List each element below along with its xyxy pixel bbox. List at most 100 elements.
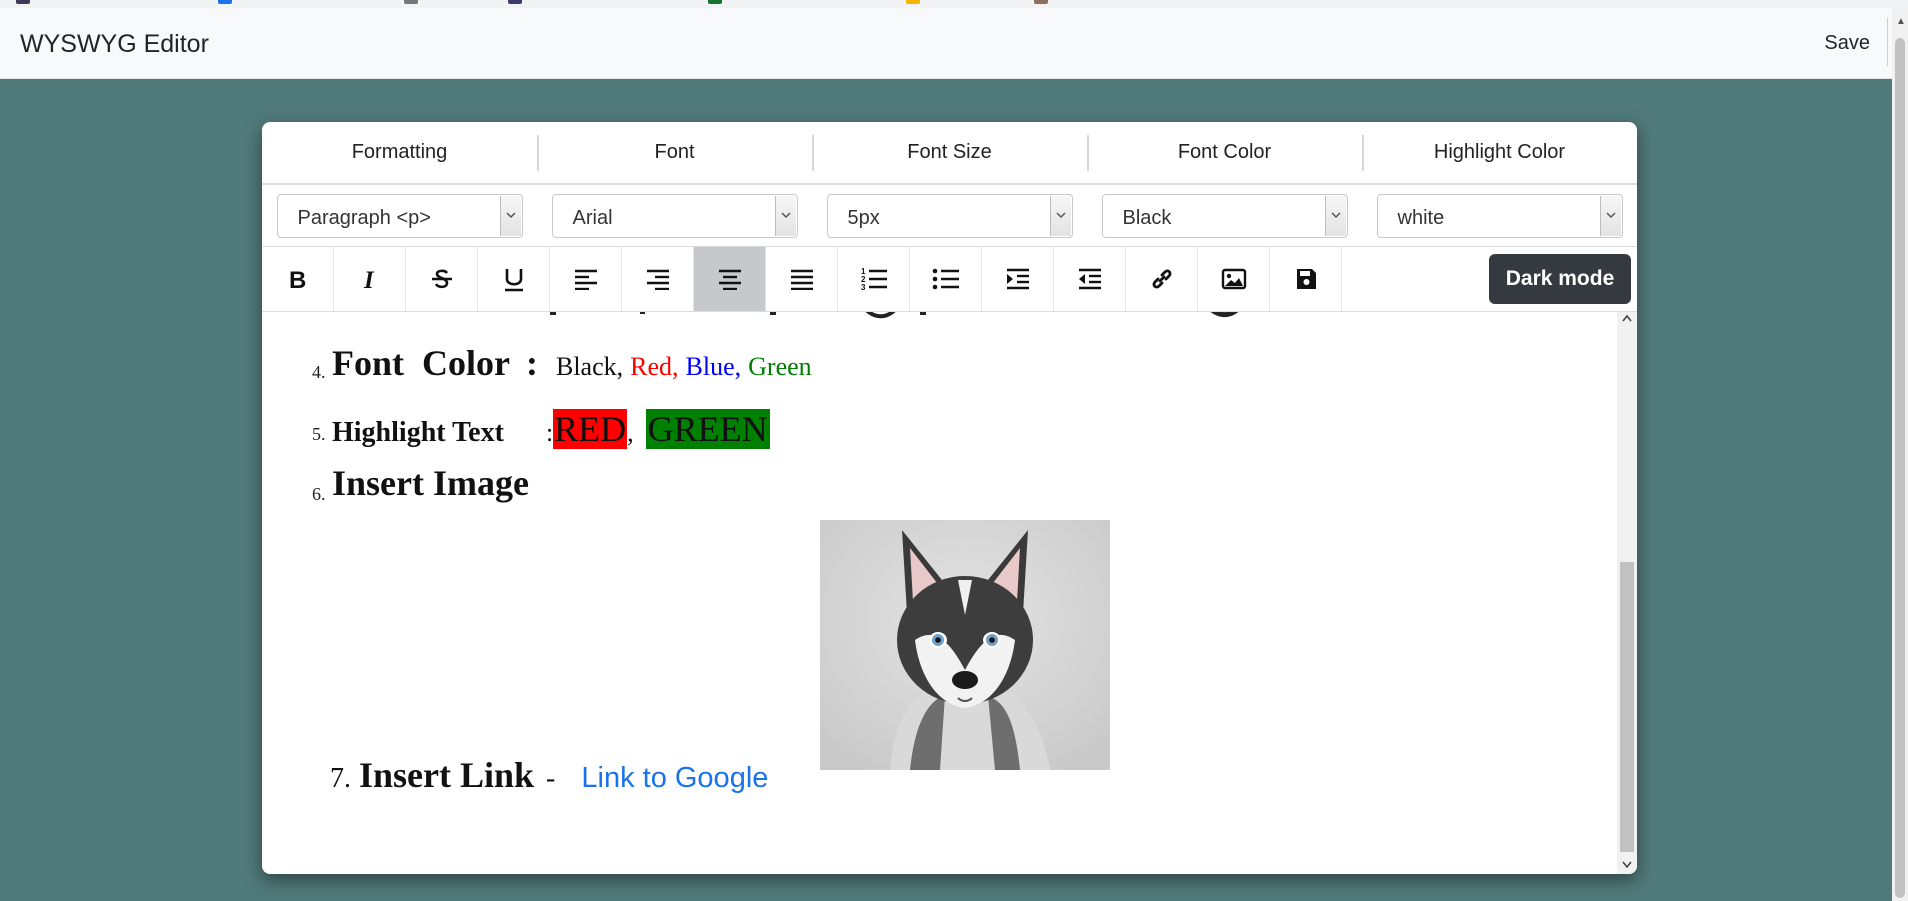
- indent-icon: [1006, 268, 1029, 290]
- page-scrollbar[interactable]: ▲: [1892, 8, 1908, 901]
- list-item-dash: -: [546, 763, 556, 794]
- tab-highlight-color[interactable]: Highlight Color: [1362, 122, 1637, 183]
- insert-image-button[interactable]: [1198, 247, 1270, 311]
- link-button[interactable]: [1126, 247, 1198, 311]
- scroll-up-icon[interactable]: ▲: [1896, 16, 1906, 27]
- chevron-down-icon: [774, 195, 796, 236]
- scroll-down-icon[interactable]: [1622, 861, 1632, 872]
- color-sample-text: Red,: [630, 352, 679, 381]
- husky-puppy-photo-icon: [820, 520, 1110, 770]
- bookmark-icon[interactable]: [404, 0, 418, 4]
- nav-divider: [1887, 18, 1888, 66]
- red-highlight-text: RED: [553, 409, 628, 449]
- align-right-button[interactable]: [622, 247, 694, 311]
- font-select-value: Arial: [572, 206, 613, 229]
- save-link[interactable]: Save: [1824, 32, 1870, 55]
- select-row: Paragraph <p> Arial 5px Black white: [262, 185, 1637, 247]
- outdent-button[interactable]: [1054, 247, 1126, 311]
- indent-button[interactable]: [982, 247, 1054, 311]
- italic-icon: I: [363, 267, 375, 291]
- list-number: 7.: [330, 763, 351, 794]
- tab-font-color[interactable]: Font Color: [1087, 122, 1362, 183]
- app-title: WYSWYG Editor: [20, 30, 209, 58]
- underline-button[interactable]: [478, 247, 550, 311]
- list-item-colon: :: [525, 343, 538, 383]
- bookmark-icon[interactable]: [708, 0, 722, 4]
- page-scrollbar-thumb[interactable]: [1895, 38, 1905, 898]
- font-color-select[interactable]: Black: [1101, 193, 1348, 238]
- align-justify-button[interactable]: [766, 247, 838, 311]
- svg-text:B: B: [289, 267, 306, 291]
- inserted-image[interactable]: [820, 520, 1110, 770]
- bold-button[interactable]: B: [262, 247, 334, 311]
- align-left-icon: [574, 269, 597, 290]
- list-number: 4.: [312, 362, 326, 382]
- editor-scrollbar[interactable]: [1617, 312, 1637, 874]
- list-item-font-color: Font Color : Black, Red, Blue, Green: [332, 342, 812, 384]
- align-center-button[interactable]: [694, 247, 766, 311]
- tab-font[interactable]: Font: [537, 122, 812, 183]
- dark-mode-button[interactable]: Dark mode: [1489, 254, 1631, 304]
- format-select[interactable]: Paragraph <p>: [276, 193, 523, 238]
- strikethrough-button[interactable]: [406, 247, 478, 311]
- list-number: 6.: [312, 484, 326, 504]
- editor-panel: Formatting Font Font Size Font Color Hig…: [262, 122, 1637, 874]
- editor-scrollbar-thumb[interactable]: [1620, 562, 1634, 852]
- link-icon: [1152, 269, 1171, 289]
- bookmark-icon[interactable]: [906, 0, 920, 4]
- save-icon: [1296, 269, 1316, 289]
- color-sample-text: Black,: [555, 352, 624, 381]
- green-highlight-text: GREEN: [645, 409, 770, 449]
- toolbar-tabs: Formatting Font Font Size Font Color Hig…: [262, 122, 1637, 185]
- ordered-list-button[interactable]: 123: [838, 247, 910, 311]
- list-item-highlight-text: Highlight Text :RED, GREEN: [332, 408, 770, 450]
- format-toolbar: B I 123 Dark mode: [262, 247, 1637, 312]
- chevron-down-icon: [499, 195, 521, 236]
- save-document-button[interactable]: [1270, 247, 1342, 311]
- highlight-separator: ,: [627, 418, 634, 447]
- strikethrough-icon: [431, 269, 452, 289]
- chevron-down-icon: [1599, 195, 1621, 236]
- tab-formatting[interactable]: Formatting: [262, 122, 537, 183]
- list-item-insert-image: Insert Image: [332, 462, 529, 504]
- bookmark-icon[interactable]: [218, 0, 232, 4]
- unordered-list-icon: [932, 268, 959, 290]
- highlight-color-select-value: white: [1397, 206, 1445, 229]
- cut-off-text-line: [320, 312, 1260, 333]
- underline-icon: [504, 269, 523, 292]
- list-item-label: Insert Link: [359, 755, 535, 795]
- highlight-color-select[interactable]: white: [1376, 193, 1623, 238]
- tab-font-size[interactable]: Font Size: [812, 122, 1087, 183]
- unordered-list-button[interactable]: [910, 247, 982, 311]
- italic-button[interactable]: I: [334, 247, 406, 311]
- bookmark-icon[interactable]: [1034, 0, 1048, 4]
- top-navbar: WYSWYG Editor Save: [0, 8, 1892, 79]
- align-right-icon: [646, 269, 669, 290]
- list-item-label: Insert Image: [332, 463, 529, 503]
- align-justify-icon: [790, 269, 813, 290]
- align-center-icon: [718, 269, 741, 290]
- ordered-list-icon: 123: [861, 267, 887, 291]
- list-item-label: Highlight Text: [332, 417, 504, 448]
- list-number: 5.: [312, 424, 326, 444]
- format-select-value: Paragraph <p>: [297, 206, 431, 229]
- list-item-label: Font Color: [332, 343, 510, 383]
- svg-text:3: 3: [861, 283, 866, 291]
- color-sample-text: Green: [748, 352, 812, 381]
- google-link[interactable]: Link to Google: [581, 762, 768, 794]
- list-item-insert-link: 7. Insert Link - Link to Google: [330, 754, 768, 796]
- image-icon: [1221, 268, 1246, 290]
- outdent-icon: [1078, 268, 1101, 290]
- font-color-select-value: Black: [1122, 206, 1172, 229]
- scroll-up-icon[interactable]: [1622, 314, 1632, 325]
- font-select[interactable]: Arial: [551, 193, 798, 238]
- bookmark-icon[interactable]: [16, 0, 30, 4]
- font-size-select-value: 5px: [847, 206, 880, 229]
- bookmark-icon[interactable]: [508, 0, 522, 4]
- chevron-down-icon: [1049, 195, 1071, 236]
- chevron-down-icon: [1324, 195, 1346, 236]
- font-size-select[interactable]: 5px: [826, 193, 1073, 238]
- color-samples: Black, Red, Blue, Green: [542, 352, 812, 381]
- align-left-button[interactable]: [550, 247, 622, 311]
- editor-content-area[interactable]: 4. Font Color : Black, Red, Blue, Green 5. …: [262, 312, 1617, 874]
